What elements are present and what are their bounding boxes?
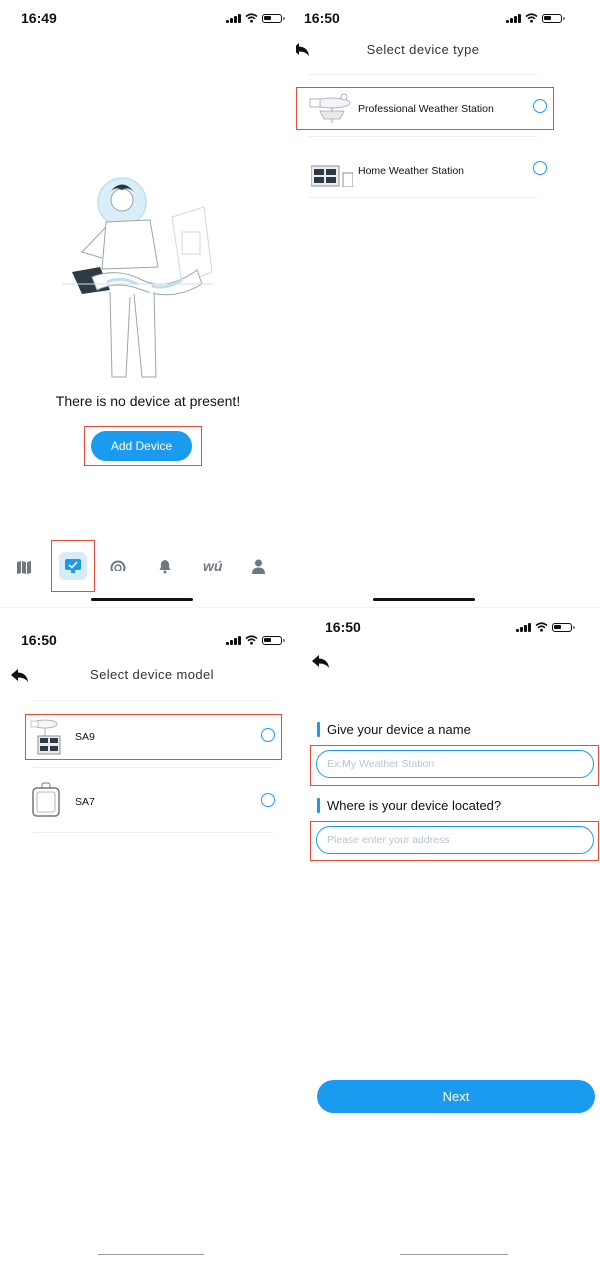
status-time: 16:50 [304, 10, 340, 26]
page-title: Select device type [366, 42, 480, 57]
option-label: Professional Weather Station [358, 103, 494, 115]
status-time: 16:50 [21, 632, 57, 648]
profile-icon[interactable] [252, 559, 265, 574]
divider [33, 832, 273, 833]
divider [33, 700, 273, 701]
signal-icon [516, 622, 531, 632]
section-accent-bar [317, 798, 320, 813]
screen-select-device-model: 16:50 Select device model SA9 SA7 [0, 608, 296, 1263]
divider [33, 767, 273, 768]
console-icon [311, 165, 353, 187]
divider [308, 74, 537, 75]
wifi-icon [245, 635, 258, 645]
divider [308, 197, 537, 198]
option-label: SA9 [75, 731, 95, 743]
battery-icon [542, 13, 565, 23]
bell-icon[interactable] [159, 559, 171, 574]
battery-icon [552, 622, 575, 632]
option-label: Home Weather Station [358, 165, 465, 177]
device-icon [65, 559, 81, 573]
status-icons [516, 622, 575, 632]
option-radio[interactable] [261, 793, 275, 807]
dashboard-icon[interactable] [110, 560, 126, 575]
device-name-label: Give your device a name [327, 722, 471, 737]
option-sa7[interactable]: SA7 [27, 780, 280, 824]
device-location-input[interactable] [316, 826, 594, 854]
home-indicator [400, 1254, 508, 1255]
page-title: Select device model [90, 667, 214, 682]
divider [308, 136, 537, 137]
empty-state-illustration [62, 177, 212, 378]
back-arrow-icon[interactable] [311, 654, 331, 670]
home-indicator [91, 598, 193, 601]
wu-logo-icon[interactable]: wú [203, 558, 222, 574]
status-icons [226, 13, 285, 23]
screen-device-details: 16:50 Give your device a name Where is y… [296, 608, 600, 1263]
wifi-icon [245, 13, 258, 23]
home-indicator [98, 1254, 204, 1255]
screen-device-list: 16:49 There is no device at present! Add… [0, 0, 296, 608]
map-icon[interactable] [17, 561, 31, 574]
empty-state-message: There is no device at present! [55, 393, 241, 409]
option-radio[interactable] [533, 99, 547, 113]
wifi-icon [535, 622, 548, 632]
option-sa9[interactable]: SA9 [27, 716, 280, 758]
weather-station-icon [309, 93, 351, 123]
option-home-weather-station[interactable]: Home Weather Station [300, 152, 550, 190]
wifi-icon [525, 13, 538, 23]
status-icons [506, 13, 565, 23]
tab-device-active[interactable] [59, 552, 87, 580]
device-name-input[interactable] [316, 750, 594, 778]
option-professional-weather-station[interactable]: Professional Weather Station [300, 88, 550, 129]
device-location-label: Where is your device located? [327, 798, 502, 813]
battery-icon [262, 13, 285, 23]
add-device-button[interactable]: Add Device [91, 431, 192, 461]
signal-icon [226, 13, 241, 23]
signal-icon [506, 13, 521, 23]
signal-icon [226, 635, 241, 645]
sa9-device-icon [30, 719, 61, 755]
option-radio[interactable] [533, 161, 547, 175]
home-indicator [373, 598, 475, 601]
status-time: 16:49 [21, 10, 57, 26]
sa7-device-icon [32, 782, 60, 817]
screen-select-device-type: 16:50 Select device type Professional We… [296, 0, 600, 608]
next-button[interactable]: Next [317, 1080, 595, 1113]
status-icons [226, 635, 285, 645]
option-radio[interactable] [261, 728, 275, 742]
section-accent-bar [317, 722, 320, 737]
status-time: 16:50 [325, 619, 361, 635]
battery-icon [262, 635, 285, 645]
option-label: SA7 [75, 796, 95, 808]
